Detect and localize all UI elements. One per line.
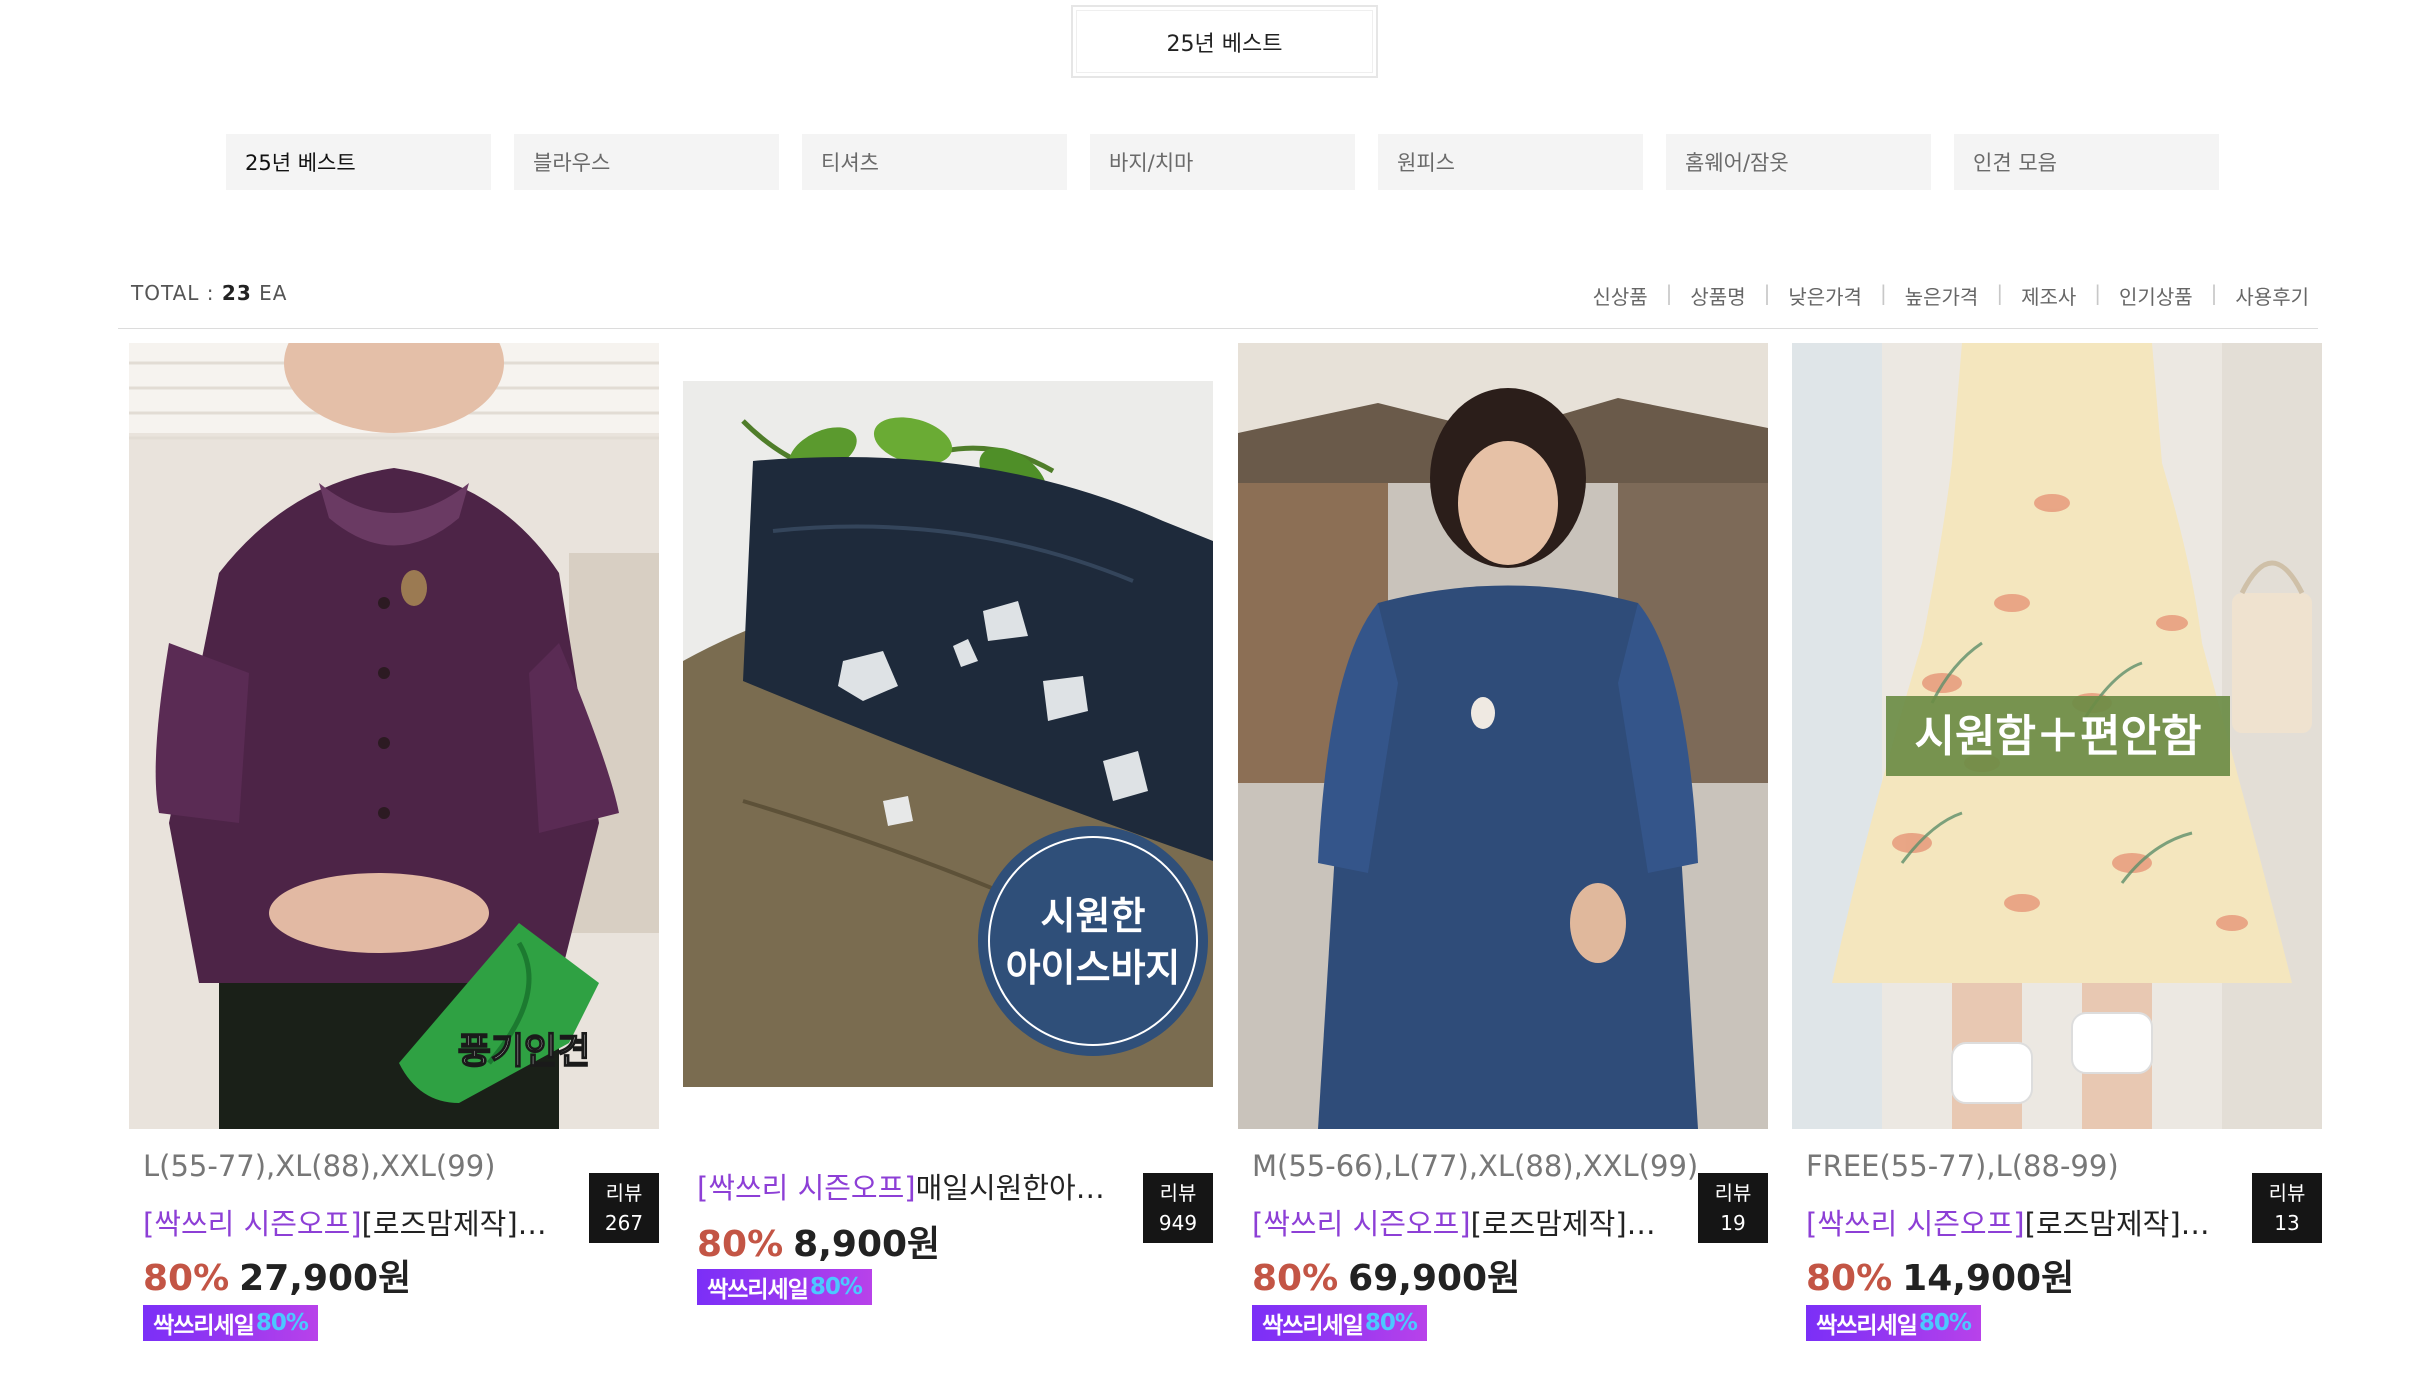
category-tab[interactable]: 25년 베스트: [226, 134, 491, 190]
product-title: 매일시원한아이…: [915, 1171, 1117, 1205]
total-number: 23: [221, 281, 252, 305]
sale-price: 27,900원: [239, 1258, 412, 1299]
category-tab[interactable]: 티셔츠: [802, 134, 1067, 190]
discount-rate: 80%: [1252, 1258, 1339, 1299]
category-tab-label: 25년 베스트: [245, 151, 356, 175]
sort-separator: |: [1996, 281, 2004, 305]
category-tab-label: 블라우스: [533, 151, 611, 175]
product-image-denim-dress[interactable]: [1238, 343, 1768, 1129]
category-tab[interactable]: 인견 모음: [1954, 134, 2219, 190]
sale-badge-percent: 80%: [1918, 1310, 1972, 1336]
sort-options: 신상품 | 상품명 | 낮은가격 | 높은가격 | 제조사 | 인기상품 | 사…: [1592, 281, 2309, 310]
sort-newest[interactable]: 신상품: [1592, 281, 1647, 310]
sort-separator: |: [1763, 281, 1771, 305]
product-name[interactable]: [싹쓰리 시즌오프][로즈맘제작]연우…: [1252, 1201, 1672, 1243]
product-tag: [싹쓰리 시즌오프]: [1806, 1207, 2025, 1241]
review-label: 리뷰: [2268, 1181, 2306, 1205]
total-count: TOTAL : 23 EA: [131, 281, 287, 305]
image-overlay-text: 풍기인견: [458, 1031, 590, 1072]
sale-badge: 싹쓰리세일 80%: [697, 1269, 872, 1305]
page-title-text: 25년 베스트: [1166, 31, 1283, 57]
product-sizes: L(55-77),XL(88),XXL(99): [143, 1149, 496, 1183]
product-tag: [싹쓰리 시즌오프]: [1252, 1207, 1471, 1241]
review-count: 267: [604, 1211, 644, 1235]
sale-badge-percent: 80%: [809, 1274, 863, 1300]
product-title: [로즈맘제작]다름…: [2024, 1207, 2226, 1241]
sale-badge-text: 싹쓰리세일: [1262, 1313, 1364, 1339]
category-tabs: 25년 베스트 블라우스 티셔츠 바지/치마 원피스 홈웨어/잠옷 인견 모음: [226, 134, 2219, 190]
category-tab-label: 원피스: [1397, 151, 1455, 175]
review-count-box[interactable]: 리뷰 13: [2252, 1173, 2322, 1243]
sale-badge: 싹쓰리세일 80%: [1252, 1305, 1427, 1341]
product-price: 80% 27,900원: [143, 1249, 411, 1301]
category-tab-label: 홈웨어/잠옷: [1685, 151, 1789, 175]
product-sizes: M(55-66),L(77),XL(88),XXL(99): [1252, 1149, 1699, 1183]
list-divider: [118, 328, 2318, 329]
category-tab-label: 티셔츠: [821, 151, 879, 175]
product-name[interactable]: [싹쓰리 시즌오프][로즈맘제작]진화…: [143, 1201, 563, 1243]
category-tab-label: 바지/치마: [1109, 151, 1194, 175]
sort-manufacturer[interactable]: 제조사: [2021, 281, 2076, 310]
product-name[interactable]: [싹쓰리 시즌오프]매일시원한아이…: [697, 1165, 1117, 1207]
review-count: 19: [1720, 1211, 1746, 1235]
sale-badge-text: 싹쓰리세일: [707, 1277, 809, 1303]
product-sizes: FREE(55-77),L(88-99): [1806, 1149, 2119, 1183]
sort-separator: |: [2210, 281, 2218, 305]
sort-high-price[interactable]: 높은가격: [1905, 281, 1979, 310]
sort-separator: |: [1879, 281, 1887, 305]
product-image-purple-blouse[interactable]: 풍기인견: [129, 343, 659, 1129]
product-price: 80% 8,900원: [697, 1215, 940, 1267]
product-tag: [싹쓰리 시즌오프]: [143, 1207, 362, 1241]
product-title: [로즈맘제작]진화…: [361, 1207, 563, 1241]
image-overlay-line2: 아이스바지: [1006, 946, 1181, 990]
category-tab[interactable]: 원피스: [1378, 134, 1643, 190]
sale-badge-percent: 80%: [255, 1310, 309, 1336]
sale-price: 8,900원: [793, 1224, 941, 1265]
product-price: 80% 14,900원: [1806, 1249, 2074, 1301]
product-image-floral-dress[interactable]: 시원함＋편안함: [1792, 343, 2322, 1129]
image-overlay-text: 시원함＋편안함: [1915, 711, 2202, 762]
category-tab[interactable]: 홈웨어/잠옷: [1666, 134, 1931, 190]
sort-name[interactable]: 상품명: [1690, 281, 1745, 310]
review-count: 13: [2274, 1211, 2300, 1235]
review-count-box[interactable]: 리뷰 267: [589, 1173, 659, 1243]
image-overlay-line1: 시원한: [1041, 894, 1146, 938]
review-label: 리뷰: [1714, 1181, 1752, 1205]
category-tab-label: 인견 모음: [1973, 151, 2057, 175]
sort-popular[interactable]: 인기상품: [2119, 281, 2193, 310]
total-label: TOTAL :: [131, 281, 222, 305]
product-price: 80% 69,900원: [1252, 1249, 1520, 1301]
sale-badge-text: 싹쓰리세일: [153, 1313, 255, 1339]
review-count-box[interactable]: 리뷰 19: [1698, 1173, 1768, 1243]
page-title: 25년 베스트: [1071, 5, 1378, 78]
sort-separator: |: [2094, 281, 2102, 305]
product-name[interactable]: [싹쓰리 시즌오프][로즈맘제작]다름…: [1806, 1201, 2226, 1243]
discount-rate: 80%: [697, 1224, 784, 1265]
category-tab[interactable]: 블라우스: [514, 134, 779, 190]
product-image-ice-pants[interactable]: 시원한 아이스바지: [683, 381, 1213, 1087]
sort-low-price[interactable]: 낮은가격: [1788, 281, 1862, 310]
sort-reviews[interactable]: 사용후기: [2235, 281, 2309, 310]
sale-badge-percent: 80%: [1364, 1310, 1418, 1336]
sort-separator: |: [1665, 281, 1673, 305]
product-tag: [싹쓰리 시즌오프]: [697, 1171, 916, 1205]
sale-badge-text: 싹쓰리세일: [1816, 1313, 1918, 1339]
review-label: 리뷰: [605, 1181, 643, 1205]
review-count: 949: [1158, 1211, 1198, 1235]
review-count-box[interactable]: 리뷰 949: [1143, 1173, 1213, 1243]
discount-rate: 80%: [143, 1258, 230, 1299]
sale-badge: 싹쓰리세일 80%: [1806, 1305, 1981, 1341]
sale-badge: 싹쓰리세일 80%: [143, 1305, 318, 1341]
sale-price: 14,900원: [1902, 1258, 2075, 1299]
discount-rate: 80%: [1806, 1258, 1893, 1299]
product-title: [로즈맘제작]연우…: [1470, 1207, 1672, 1241]
sale-price: 69,900원: [1348, 1258, 1521, 1299]
total-unit: EA: [251, 281, 288, 305]
review-label: 리뷰: [1159, 1181, 1197, 1205]
category-tab[interactable]: 바지/치마: [1090, 134, 1355, 190]
